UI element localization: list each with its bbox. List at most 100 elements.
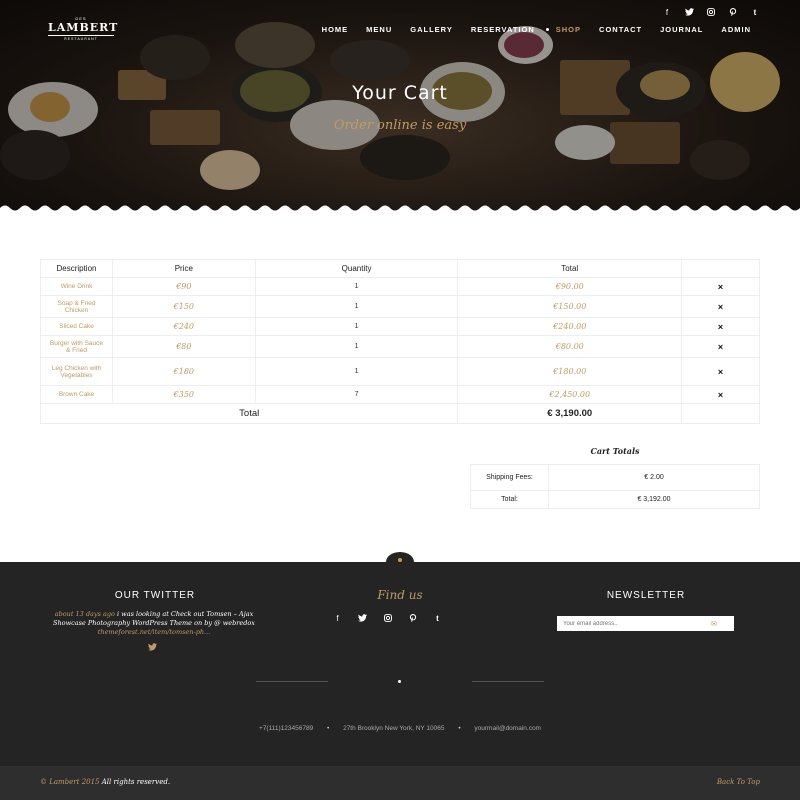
table-row: Sliced Cake €240 1 €240.00 × (40, 317, 760, 336)
tumblr-icon[interactable]: t (750, 8, 760, 18)
item-total: €240.00 (457, 317, 683, 336)
cart-totals-table: Shipping Fees: € 2.00 Total: € 3,192.00 (470, 464, 760, 509)
item-quantity[interactable]: 1 (254, 317, 459, 336)
item-name[interactable]: Sliced Cake (40, 317, 113, 336)
item-quantity[interactable]: 1 (254, 357, 459, 386)
twitter-heading: OUR TWITTER (114, 590, 196, 601)
copyright-brand: © Lambert 2015 (40, 778, 100, 786)
item-name[interactable]: Wine Drink (40, 277, 113, 296)
col-header-description: Description (40, 259, 113, 278)
nav-journal[interactable]: JOURNAL (651, 25, 712, 34)
newsletter-email-input[interactable] (557, 620, 707, 627)
item-total: €2,450.00 (457, 385, 683, 404)
item-quantity[interactable]: 1 (254, 295, 459, 318)
main-nav: HOME MENU GALLERY RESERVATION SHOP CONTA… (313, 25, 760, 34)
nav-menu[interactable]: MENU (357, 25, 401, 34)
divider-right (472, 681, 544, 682)
col-header-total: Total (457, 259, 683, 278)
cart-summary-row: Total € 3,190.00 (39, 403, 760, 424)
copyright: © Lambert 2015 All rights reserved. (40, 778, 170, 786)
facebook-icon[interactable]: f (332, 614, 343, 624)
item-price: €90 (111, 277, 256, 296)
contact-info: +7(111)123456789 • 27th Brooklyn New Yor… (259, 725, 541, 732)
footer-social-links: f t (332, 614, 443, 624)
page-subtitle: Order online is easy (333, 118, 467, 133)
twitter-bird-icon (148, 643, 157, 653)
table-row: Brown Cake €350 7 €2,450.00 × (40, 385, 760, 404)
item-total: €90.00 (457, 277, 683, 296)
item-name[interactable]: Burger with Sauce & Fried (40, 335, 113, 358)
newsletter-heading: NEWSLETTER (606, 590, 686, 601)
remove-item-icon[interactable]: × (681, 335, 760, 358)
cart-header-row: Description Price Quantity Total (40, 259, 760, 278)
item-quantity[interactable]: 1 (254, 335, 459, 358)
item-name[interactable]: Brown Cake (40, 385, 113, 404)
item-price: €150 (111, 295, 256, 318)
remove-item-icon[interactable]: × (681, 317, 760, 336)
pinterest-icon[interactable] (728, 8, 738, 18)
divider-left (256, 681, 328, 682)
summary-empty-cell (681, 403, 760, 424)
nav-contact[interactable]: CONTACT (590, 25, 651, 34)
nav-reservation[interactable]: RESERVATION (462, 25, 544, 34)
item-name[interactable]: Soap & Fried Chicken (40, 295, 113, 318)
item-total: €150.00 (457, 295, 683, 318)
remove-item-icon[interactable]: × (681, 277, 760, 296)
instagram-icon[interactable] (382, 614, 393, 624)
summary-label: Total (39, 403, 459, 424)
cart-totals-title: Cart Totals (590, 446, 640, 456)
page-title: Your Cart (352, 82, 448, 104)
find-us-heading: Find us (377, 588, 423, 602)
table-row: Leg Chicken with Vegetables €180 1 €180.… (40, 357, 760, 386)
tweet-time[interactable]: about 13 days ago (55, 610, 115, 618)
item-total: €80.00 (457, 335, 683, 358)
item-price: €180 (111, 357, 256, 386)
remove-item-icon[interactable]: × (681, 385, 760, 404)
twitter-icon[interactable] (357, 614, 368, 624)
pinterest-icon[interactable] (407, 614, 418, 624)
nav-gallery[interactable]: GALLERY (401, 25, 462, 34)
item-quantity[interactable]: 7 (254, 385, 459, 404)
logo-tagline: RESTAURANT (48, 35, 114, 41)
summary-value: € 3,190.00 (457, 403, 683, 424)
tweet-link[interactable]: themeforest.net/item/tomsen-ph... (98, 628, 210, 636)
col-header-price: Price (111, 259, 256, 278)
col-header-quantity: Quantity (254, 259, 459, 278)
item-quantity[interactable]: 1 (254, 277, 459, 296)
item-total: €180.00 (457, 357, 683, 386)
remove-item-icon[interactable]: × (681, 295, 760, 318)
nav-shop[interactable]: SHOP (544, 25, 590, 34)
contact-address: 27th Brooklyn New York, NY 10065 (343, 725, 445, 732)
item-price: €240 (111, 317, 256, 336)
facebook-icon[interactable]: f (662, 8, 672, 18)
col-header-remove (681, 259, 760, 278)
contact-phone: +7(111)123456789 (259, 725, 314, 732)
newsletter-form: ✉ (557, 616, 734, 631)
divider-dot (398, 680, 401, 683)
footer-notch (386, 552, 414, 572)
shipping-label: Shipping Fees: (470, 464, 549, 491)
table-row: Wine Drink €90 1 €90.00 × (40, 277, 760, 296)
lambert-logo[interactable]: DES LAMBERT RESTAURANT (48, 16, 119, 41)
logo-name: LAMBERT (48, 21, 119, 34)
back-to-top-link[interactable]: Back To Top (717, 778, 760, 786)
tumblr-icon[interactable]: t (432, 614, 443, 624)
cart-table: Description Price Quantity Total Wine Dr… (39, 259, 760, 424)
hero-wave-edge (0, 205, 800, 212)
twitter-icon[interactable] (684, 8, 694, 18)
tweet: about 13 days ago i was looking at Check… (38, 610, 270, 637)
contact-email[interactable]: yourmail@domain.com (474, 725, 541, 732)
nav-home[interactable]: HOME (313, 25, 358, 34)
header-social-links: f t (662, 8, 760, 18)
nav-admin[interactable]: ADMIN (712, 25, 760, 34)
remove-item-icon[interactable]: × (681, 357, 760, 386)
shipping-row: Shipping Fees: € 2.00 (470, 464, 760, 491)
shipping-value: € 2.00 (548, 464, 760, 491)
table-row: Soap & Fried Chicken €150 1 €150.00 × (40, 295, 760, 318)
item-name[interactable]: Leg Chicken with Vegetables (40, 357, 113, 386)
grand-total-label: Total: (470, 490, 549, 509)
table-row: Burger with Sauce & Fried €80 1 €80.00 × (40, 335, 760, 358)
item-price: €80 (111, 335, 256, 358)
envelope-icon[interactable]: ✉ (711, 620, 717, 628)
instagram-icon[interactable] (706, 8, 716, 18)
